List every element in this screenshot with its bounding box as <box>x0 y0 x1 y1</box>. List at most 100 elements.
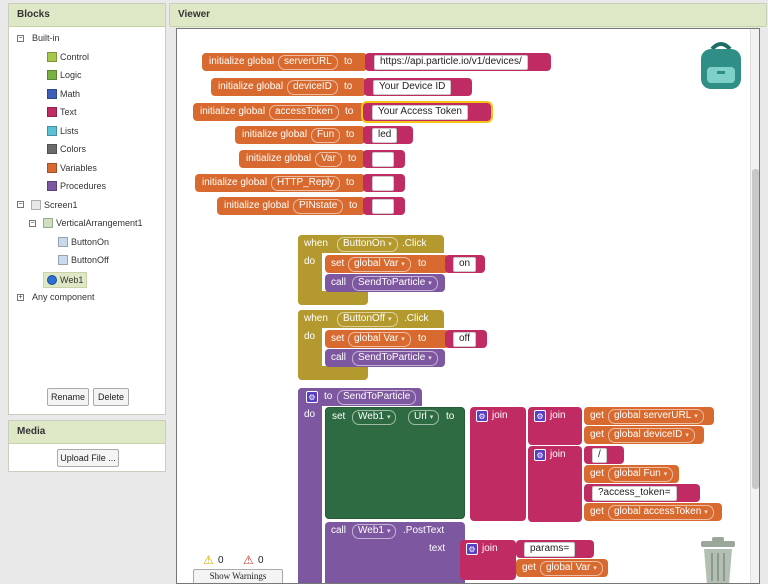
global-var-serverURL[interactable]: initialize global serverURL to <box>202 53 367 71</box>
mutator-gear-icon[interactable]: ⚙ <box>476 410 488 422</box>
text-value[interactable]: led <box>372 128 398 143</box>
drawer-logic[interactable]: Logic <box>47 70 82 80</box>
show-warnings-button[interactable]: Show Warnings <box>193 569 283 583</box>
global-var-Fun[interactable]: initialize global Fun to <box>235 126 365 144</box>
get-serverurl-block[interactable]: get global serverURL ▾ <box>584 407 714 425</box>
variable-name-field[interactable]: HTTP_Reply <box>271 176 341 191</box>
component-dropdown[interactable]: Web1 ▾ <box>352 524 397 539</box>
tree-buttonoff[interactable]: ButtonOff <box>58 255 109 265</box>
text-value[interactable] <box>372 152 394 167</box>
procedure-name-field[interactable]: SendToParticle <box>337 390 417 405</box>
variable-name-field[interactable]: serverURL <box>278 55 338 70</box>
mutator-gear-icon[interactable]: ⚙ <box>466 543 478 555</box>
backpack-icon[interactable] <box>695 39 747 93</box>
call-procedure-block[interactable]: call SendToParticle ▾ <box>325 349 445 367</box>
blocks-workspace[interactable]: initialize global serverURL to https://api.… <box>176 28 760 584</box>
mutator-gear-icon[interactable]: ⚙ <box>534 449 546 461</box>
text-value-block[interactable]: Your Device ID <box>364 78 472 96</box>
procedure-sendtoparticle[interactable]: ⚙ to SendToParticle do set Web1 ▾ Url ▾ to… <box>298 388 738 583</box>
variable-dropdown[interactable]: global accessToken ▾ <box>608 505 714 520</box>
global-var-accessToken[interactable]: initialize global accessToken to <box>193 103 365 121</box>
text-value-block[interactable]: Your Access Token <box>363 103 491 121</box>
set-global-var-block[interactable]: set global Var ▾ to <box>325 330 449 348</box>
procedure-dropdown[interactable]: SendToParticle ▾ <box>352 351 438 366</box>
tree-vertical-arrangement[interactable]: − VerticalArrangement1 <box>29 218 143 228</box>
text-value[interactable]: ?access_token= <box>592 486 677 501</box>
variable-dropdown[interactable]: global serverURL ▾ <box>608 409 704 424</box>
text-value[interactable]: Your Device ID <box>373 80 452 95</box>
join-block-inner[interactable]: ⚙ join <box>528 446 582 522</box>
collapse-icon[interactable]: − <box>17 34 24 42</box>
drawer-variables[interactable]: Variables <box>47 162 97 173</box>
call-posttext-block[interactable]: call Web1 ▾ .PostText text <box>325 522 465 583</box>
text-value[interactable]: / <box>592 448 607 463</box>
drawer-procedures[interactable]: Procedures <box>47 181 106 191</box>
component-dropdown[interactable]: ButtonOff ▾ <box>337 312 398 327</box>
variable-dropdown[interactable]: global Fun ▾ <box>608 467 674 482</box>
text-value-block[interactable] <box>363 174 405 192</box>
tree-screen1[interactable]: − Screen1 <box>17 199 78 210</box>
get-global-var-block[interactable]: get global Var ▾ <box>516 559 608 577</box>
variable-dropdown[interactable]: global deviceID ▾ <box>608 428 695 443</box>
text-value-block[interactable]: https://api.particle.io/v1/devices/ <box>365 53 551 71</box>
text-slash-block[interactable]: / <box>584 446 624 464</box>
delete-button[interactable]: Delete <box>93 388 129 406</box>
text-value[interactable] <box>372 199 394 214</box>
get-deviceid-block[interactable]: get global deviceID ▾ <box>584 426 704 444</box>
variable-dropdown[interactable]: global Var ▾ <box>348 332 411 347</box>
global-var-HTTP_Reply[interactable]: initialize global HTTP_Reply to <box>195 174 365 192</box>
procedure-dropdown[interactable]: SendToParticle ▾ <box>352 276 438 291</box>
text-value-block[interactable] <box>363 197 405 215</box>
drawer-control[interactable]: Control <box>47 51 89 62</box>
get-accesstoken-block[interactable]: get global accessToken ▾ <box>584 503 722 521</box>
variable-name-field[interactable]: accessToken <box>269 105 339 120</box>
event-buttonon-click[interactable]: when ButtonOn ▾ .Click do set global Var ▾… <box>298 235 485 305</box>
text-value[interactable]: off <box>453 332 476 347</box>
mutator-gear-icon[interactable]: ⚙ <box>534 410 546 422</box>
collapse-icon[interactable]: − <box>29 219 36 227</box>
text-value[interactable] <box>372 176 394 191</box>
expand-icon[interactable]: + <box>17 293 24 301</box>
upload-file-button[interactable]: Upload File ... <box>57 449 119 467</box>
variable-dropdown[interactable]: global Var ▾ <box>348 257 411 272</box>
text-value[interactable]: Your Access Token <box>372 105 468 120</box>
set-web-url-block[interactable]: set Web1 ▾ Url ▾ to <box>325 407 465 519</box>
global-var-PINstate[interactable]: initialize global PINstate to <box>217 197 365 215</box>
join-block-inner[interactable]: ⚙ join <box>528 407 582 445</box>
component-dropdown[interactable]: Web1 ▾ <box>352 410 397 425</box>
text-value[interactable]: params= <box>524 542 576 557</box>
join-block-params[interactable]: ⚙ join <box>460 540 516 580</box>
variable-name-field[interactable]: deviceID <box>287 80 338 95</box>
text-params-block[interactable]: params= <box>516 540 594 558</box>
trash-icon[interactable] <box>697 537 739 584</box>
global-var-Var[interactable]: initialize global Var to <box>239 150 365 168</box>
drawer-math[interactable]: Math <box>47 88 80 99</box>
event-buttonoff-click[interactable]: when ButtonOff ▾ .Click do set global Var… <box>298 310 487 380</box>
property-dropdown[interactable]: Url ▾ <box>408 410 440 425</box>
component-dropdown[interactable]: ButtonOn ▾ <box>337 237 398 252</box>
tree-any-component[interactable]: + Any component <box>17 292 95 302</box>
tree-web1[interactable]: Web1 <box>43 271 88 288</box>
drawer-colors[interactable]: Colors <box>47 144 86 154</box>
drawer-text[interactable]: Text <box>47 107 77 117</box>
call-procedure-block[interactable]: call SendToParticle ▾ <box>325 274 445 292</box>
variable-name-field[interactable]: Fun <box>311 128 341 143</box>
mutator-gear-icon[interactable]: ⚙ <box>306 391 318 403</box>
tree-buttonon[interactable]: ButtonOn <box>58 236 109 247</box>
set-global-var-block[interactable]: set global Var ▾ to <box>325 255 449 273</box>
text-value-block[interactable]: on <box>445 255 485 273</box>
variable-dropdown[interactable]: global Var ▾ <box>540 561 603 576</box>
drawer-lists[interactable]: Lists <box>47 125 79 136</box>
text-access-token-block[interactable]: ?access_token= <box>584 484 700 502</box>
text-value[interactable]: on <box>453 257 477 272</box>
variable-name-field[interactable]: Var <box>315 152 342 167</box>
variable-name-field[interactable]: PINstate <box>293 199 344 214</box>
collapse-icon[interactable]: − <box>17 201 24 208</box>
global-var-deviceID[interactable]: initialize global deviceID to <box>211 78 366 96</box>
workspace-scrollbar-thumb[interactable] <box>752 169 759 489</box>
text-value-block[interactable]: off <box>445 330 487 348</box>
tree-builtin[interactable]: − Built-in <box>17 33 60 43</box>
text-value-block[interactable]: led <box>363 126 413 144</box>
rename-button[interactable]: Rename <box>47 388 89 406</box>
text-value[interactable]: https://api.particle.io/v1/devices/ <box>374 55 528 70</box>
